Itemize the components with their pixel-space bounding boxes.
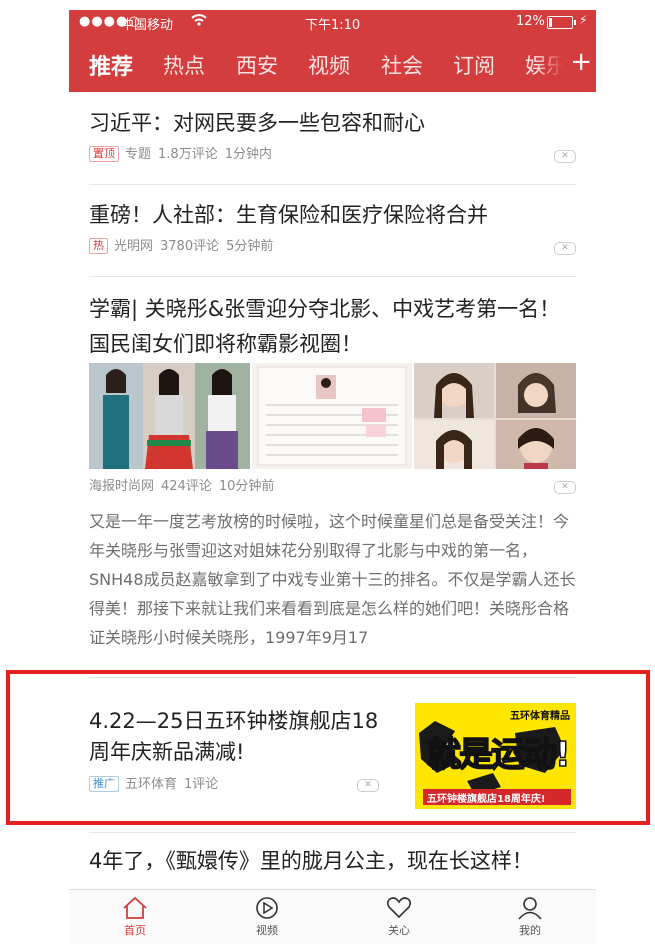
news-photo[interactable] — [89, 363, 250, 469]
wifi-icon — [191, 13, 207, 31]
tab-home[interactable]: 首页 — [95, 890, 175, 938]
video-play-icon — [256, 897, 278, 919]
news-item[interactable]: 4年了，《甄嬛传》里的胧月公主，现在长这样！ — [89, 844, 576, 879]
clock: 下午1:10 — [305, 18, 361, 33]
tab-society[interactable]: 社会 — [381, 50, 423, 80]
comment-count: 424评论 — [161, 479, 212, 494]
news-meta-row: 海报时尚网 424评论 10分钟前 ✕ — [89, 478, 576, 496]
tab-video[interactable]: 视频 — [308, 50, 350, 80]
news-title[interactable]: 重磅！人社部：生育保险和医疗保险将合并 — [89, 198, 576, 233]
news-photo[interactable] — [414, 363, 576, 469]
tab-hot[interactable]: 热点 — [163, 50, 205, 80]
tab-label: 首页 — [124, 924, 146, 937]
news-source: 光明网 — [114, 239, 154, 254]
comment-count: 3780评论 — [160, 239, 220, 254]
tab-video[interactable]: 视频 — [227, 890, 307, 938]
hot-badge: 热 — [89, 238, 108, 254]
news-item[interactable]: 学霸| 关晓彤&张雪迎分夺北影、中戏艺考第一名！国民闺女们即将称霸影视圈！ — [89, 292, 576, 362]
heart-icon — [386, 897, 412, 919]
home-icon — [123, 896, 147, 919]
channel-tabs: 推荐 热点 西安 视频 社会 订阅 娱乐 + — [69, 34, 596, 92]
carrier-name: 中国移动 — [121, 18, 174, 33]
tab-profile[interactable]: 我的 — [490, 890, 570, 938]
news-time: 1分钟内 — [224, 147, 272, 162]
news-source: 海报时尚网 — [89, 479, 155, 494]
tab-label: 关心 — [388, 924, 410, 937]
news-title[interactable]: 4年了，《甄嬛传》里的胧月公主，现在长这样！ — [89, 844, 576, 879]
news-item[interactable]: 重磅！人社部：生育保险和医疗保险将合并 热光明网 3780评论 5分钟前 ✕ — [89, 198, 576, 256]
news-image-strip[interactable] — [89, 363, 576, 469]
news-item[interactable]: 习近平：对网民要多一些包容和耐心 置顶 专题 1.8万评论 1分钟内 ✕ — [89, 106, 576, 164]
news-photo[interactable] — [252, 363, 412, 469]
news-time: 10分钟前 — [218, 479, 275, 494]
dismiss-icon[interactable]: ✕ — [554, 150, 576, 163]
news-time: 5分钟前 — [226, 239, 274, 254]
news-meta: 热光明网 3780评论 5分钟前 ✕ — [89, 238, 576, 256]
tab-xian[interactable]: 西安 — [236, 50, 278, 80]
bottom-tab-bar: 首页 视频 关心 我的 — [69, 889, 596, 944]
dismiss-icon[interactable]: ✕ — [554, 242, 576, 255]
status-bar: ●●●●○ 中国移动 下午1:10 12% ⚡ — [69, 10, 596, 34]
news-excerpt[interactable]: 又是一年一度艺考放榜的时候啦，这个时候童星们总是备受关注！今年关晓彤与张雪迎这对… — [89, 507, 576, 652]
battery-percent: 12% — [516, 14, 545, 29]
divider — [89, 832, 576, 833]
tab-follow[interactable]: 关心 — [359, 890, 439, 938]
comment-count: 1.8万评论 — [158, 147, 218, 162]
news-title[interactable]: 学霸| 关晓彤&张雪迎分夺北影、中戏艺考第一名！国民闺女们即将称霸影视圈！ — [89, 292, 576, 362]
add-channel-button[interactable]: + — [570, 47, 592, 77]
tab-label: 我的 — [519, 924, 541, 937]
tab-recommend[interactable]: 推荐 — [89, 49, 133, 81]
pinned-badge: 置顶 — [89, 146, 119, 162]
battery-icon — [547, 16, 576, 29]
tab-subscribe[interactable]: 订阅 — [453, 50, 495, 80]
person-icon — [518, 897, 542, 920]
divider — [89, 184, 576, 185]
dismiss-icon[interactable]: ✕ — [554, 481, 576, 494]
highlight-frame — [6, 670, 650, 825]
news-meta: 置顶 专题 1.8万评论 1分钟内 ✕ — [89, 146, 576, 164]
news-source: 专题 — [125, 147, 152, 162]
news-meta: 海报时尚网 424评论 10分钟前 ✕ — [89, 478, 576, 496]
tab-label: 视频 — [256, 924, 278, 937]
divider — [89, 276, 576, 277]
news-title[interactable]: 习近平：对网民要多一些包容和耐心 — [89, 106, 576, 141]
charging-icon: ⚡ — [579, 13, 588, 27]
